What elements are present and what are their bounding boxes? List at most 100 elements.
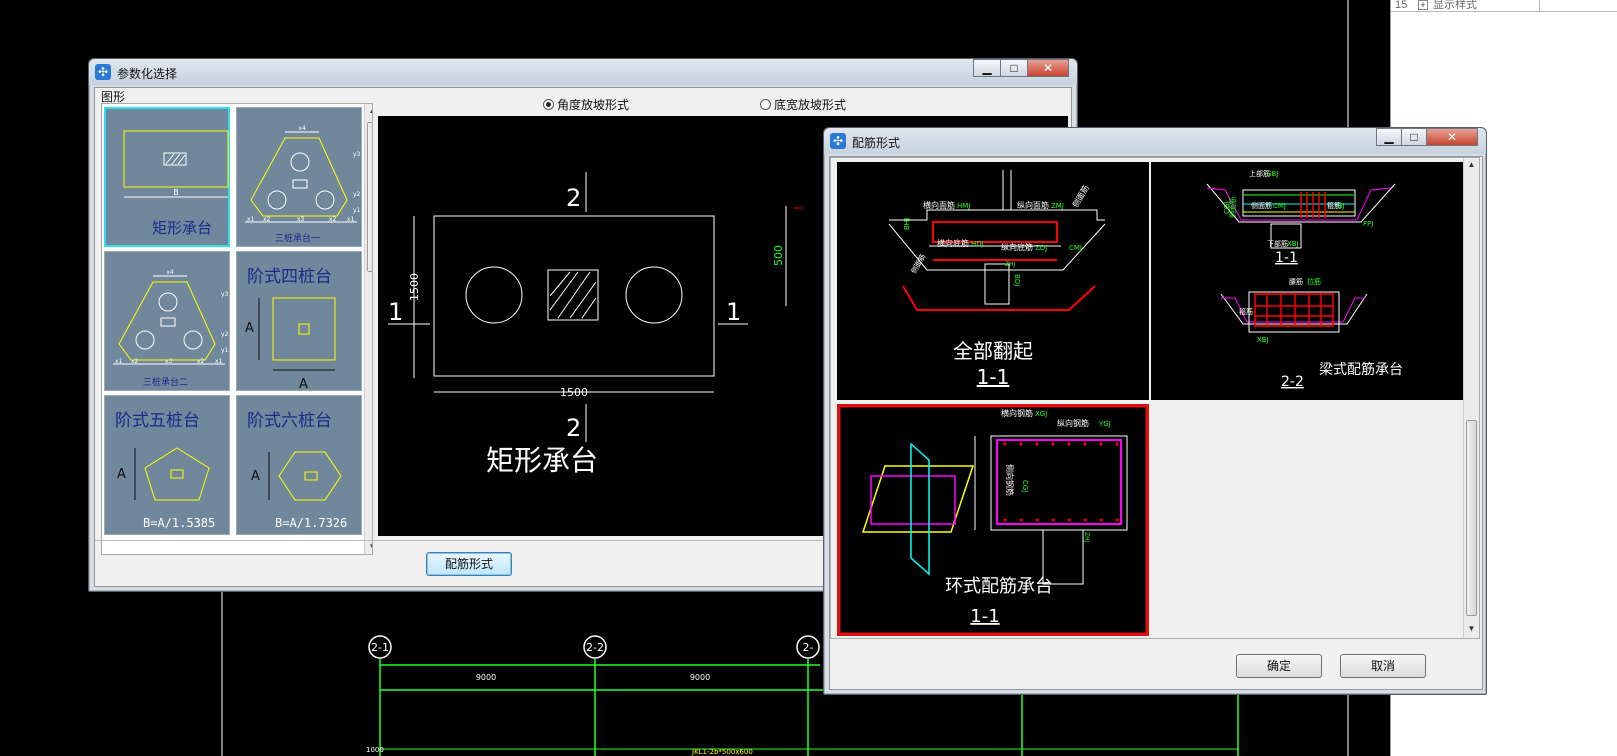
minimize-button[interactable]: ▁ <box>973 59 1001 77</box>
window-client: 横向面筋 HMJ 纵向面筋 ZMJ 横向底筋 HDJ 纵向底筋 ZDJ 侧面筋 … <box>829 156 1483 690</box>
scroll-up-icon[interactable]: ▲ <box>1464 158 1479 172</box>
panel-title: 环式配筋承台 <box>945 576 1053 597</box>
svg-text:2-2: 2-2 <box>586 641 604 654</box>
thumb-label: 三桩承台二 <box>143 377 189 387</box>
svg-text:A: A <box>299 377 308 392</box>
property-row[interactable]: 15 + 显示样式 <box>1391 0 1617 12</box>
rebar-option-all-raised[interactable]: 横向面筋 HMJ 纵向面筋 ZMJ 横向底筋 HDJ 纵向底筋 ZDJ 侧面筋 … <box>837 162 1149 400</box>
thumbnail-three-pile-1[interactable]: x4 y3 y2 y1 x1 x2 x3 x2 x1 三桩承台一 <box>236 107 362 247</box>
svg-text:XBJ: XBJ <box>1287 240 1299 248</box>
svg-text:B: B <box>173 188 179 197</box>
row-number: 15 <box>1395 0 1408 11</box>
window-title: 参数化选择 <box>117 67 178 81</box>
thumb-formula: B=A/1.7326 <box>275 516 348 530</box>
svg-text:2-1: 2-1 <box>371 641 389 654</box>
scroll-down-icon[interactable]: ▼ <box>1464 622 1479 636</box>
preview-dim-height: 1500 <box>408 273 421 301</box>
thumbnail-rect-cap[interactable]: B 矩形承台 <box>104 107 230 247</box>
svg-text:x1: x1 <box>115 358 123 365</box>
svg-text:侧面筋: 侧面筋 <box>1251 201 1272 210</box>
close-button[interactable]: ✕ <box>1426 128 1478 146</box>
cancel-button[interactable]: 取消 <box>1340 654 1426 678</box>
panel-title: 梁式配筋承台 <box>1319 361 1403 378</box>
svg-text:横向面筋: 横向面筋 <box>923 200 955 210</box>
title-bar[interactable]: ✣ 配筋形式 ▁ □ ✕ <box>824 128 1486 154</box>
dim-9000-b: 9000 <box>690 673 710 682</box>
radio-dot-icon <box>543 99 554 110</box>
thumbnail-step-five-pile[interactable]: 阶式五桩台 A B=A/1.5385 <box>104 395 230 535</box>
svg-text:x1: x1 <box>215 358 223 365</box>
svg-text:ZMJ: ZMJ <box>1051 202 1064 210</box>
svg-text:BHJ: BHJ <box>903 218 911 230</box>
thumb-step5-drawing: A <box>117 447 210 501</box>
rebar-form-window: ✣ 配筋形式 ▁ □ ✕ 横向面筋 HMJ 纵向面筋 ZMJ 横向底筋 HDJ … <box>823 127 1487 695</box>
svg-text:A: A <box>117 467 126 482</box>
expand-icon[interactable]: + <box>1418 0 1428 10</box>
shape-thumbnail-list: B 矩形承台 x4 y3 y2 y1 x1 x2 x3 x2 x1 三桩承台一 … <box>101 103 373 555</box>
panel-section: 1-1 <box>970 606 999 627</box>
section-left: 1 <box>388 298 403 326</box>
svg-text:x3: x3 <box>165 358 173 365</box>
svg-text:CMJ: CMJ <box>1069 244 1082 252</box>
app-icon: ✣ <box>95 64 111 80</box>
scroll-thumb[interactable] <box>367 122 372 272</box>
rebar-option-beam-type[interactable]: 上部筋 SBJ 侧面筋 CMJ 下部筋 XBJ 箍筋 GJ 侧面筋 CGJ FP… <box>1151 162 1463 400</box>
radio-label: 角度放坡形式 <box>557 98 630 112</box>
title-bar[interactable]: ✣ 参数化选择 ▁ □ ✕ <box>89 59 1077 85</box>
thumb-step6-drawing: A <box>251 451 342 501</box>
maximize-button[interactable]: □ <box>1000 59 1028 77</box>
ok-button[interactable]: 确定 <box>1236 654 1322 678</box>
svg-text:ZDJ: ZDJ <box>1035 244 1047 252</box>
svg-text:x2: x2 <box>329 216 337 223</box>
svg-text:箍筋: 箍筋 <box>1239 307 1253 316</box>
preview-title: 矩形承台 <box>486 444 598 477</box>
rebar-option-ring-type[interactable]: 横向钢筋 XGJ 纵向钢筋 YGJ 侧向钢筋 CGJ ZHJ 环式配筋承台 1-… <box>837 404 1149 636</box>
radio-angle-slope[interactable]: 角度放坡形式 <box>543 96 629 113</box>
svg-text:x4: x4 <box>298 125 306 132</box>
svg-text:y2: y2 <box>353 191 361 198</box>
scroll-thumb[interactable] <box>1466 420 1477 616</box>
scroll-down-icon[interactable]: ▼ <box>365 540 372 554</box>
close-button[interactable]: ✕ <box>1027 59 1069 77</box>
scroll-up-icon[interactable]: ▲ <box>365 104 372 118</box>
section-right: 1 <box>726 298 741 326</box>
dim-9000-a: 9000 <box>476 673 496 682</box>
radio-width-slope[interactable]: 底宽放坡形式 <box>760 96 846 113</box>
rebar-panels-area: 横向面筋 HMJ 纵向面筋 ZMJ 横向底筋 HDJ 纵向底筋 ZDJ 侧面筋 … <box>830 157 1480 639</box>
thumbnail-step-four-pile[interactable]: 阶式四桩台 A A <box>236 251 362 392</box>
svg-text:横向底筋: 横向底筋 <box>937 238 969 248</box>
thumb-step4-drawing: A A <box>245 297 336 392</box>
svg-text:纵向钢筋: 纵向钢筋 <box>1057 418 1089 428</box>
rebar-scrollbar[interactable]: ▲ ▼ <box>1463 158 1479 638</box>
svg-text:x3: x3 <box>297 216 305 223</box>
svg-text:纵向底筋: 纵向底筋 <box>1001 242 1033 252</box>
rebar-form-button[interactable]: 配筋形式 <box>426 552 512 576</box>
svg-text:y1: y1 <box>353 207 361 214</box>
thumbnail-step-six-pile[interactable]: 阶式六桩台 A B=A/1.7326 <box>236 395 362 535</box>
thumb-formula: B=A/1.5385 <box>143 516 216 530</box>
svg-text:x2: x2 <box>131 358 139 365</box>
window-title: 配筋形式 <box>852 136 901 150</box>
svg-text:FPJ: FPJ <box>1363 220 1373 228</box>
minimize-button[interactable]: ▁ <box>1376 128 1402 146</box>
svg-text:GJ: GJ <box>1337 202 1345 210</box>
svg-text:ZHJ: ZHJ <box>1083 532 1090 543</box>
svg-text:纵向面筋: 纵向面筋 <box>1017 200 1049 210</box>
thumbnail-scrollbar[interactable]: ▲ ▼ <box>364 104 372 554</box>
svg-text:XGJ: XGJ <box>1035 410 1047 418</box>
svg-text:CGJ: CGJ <box>1021 480 1029 492</box>
app-icon: ✣ <box>830 133 846 149</box>
radio-label: 底宽放坡形式 <box>774 98 847 112</box>
svg-text:BDJ: BDJ <box>1013 274 1021 286</box>
svg-text:拉筋: 拉筋 <box>1307 277 1321 286</box>
panel-section: 1-1 <box>1275 250 1298 266</box>
preview-partial-dim: 500 <box>772 245 785 266</box>
thumb-label: 矩形承台 <box>152 221 213 237</box>
svg-text:y1: y1 <box>221 347 229 354</box>
maximize-button[interactable]: □ <box>1401 128 1427 146</box>
svg-text:CGJ: CGJ <box>1223 202 1231 214</box>
svg-text:CMJ: CMJ <box>1273 202 1286 210</box>
svg-text:x1: x1 <box>247 216 255 223</box>
thumb-tri2-drawing: x4 y3 y2 y1 x1 x2 x3 x2 x1 <box>113 269 229 365</box>
thumbnail-three-pile-2[interactable]: x4 y3 y2 y1 x1 x2 x3 x2 x1 三桩承台二 <box>104 251 230 391</box>
